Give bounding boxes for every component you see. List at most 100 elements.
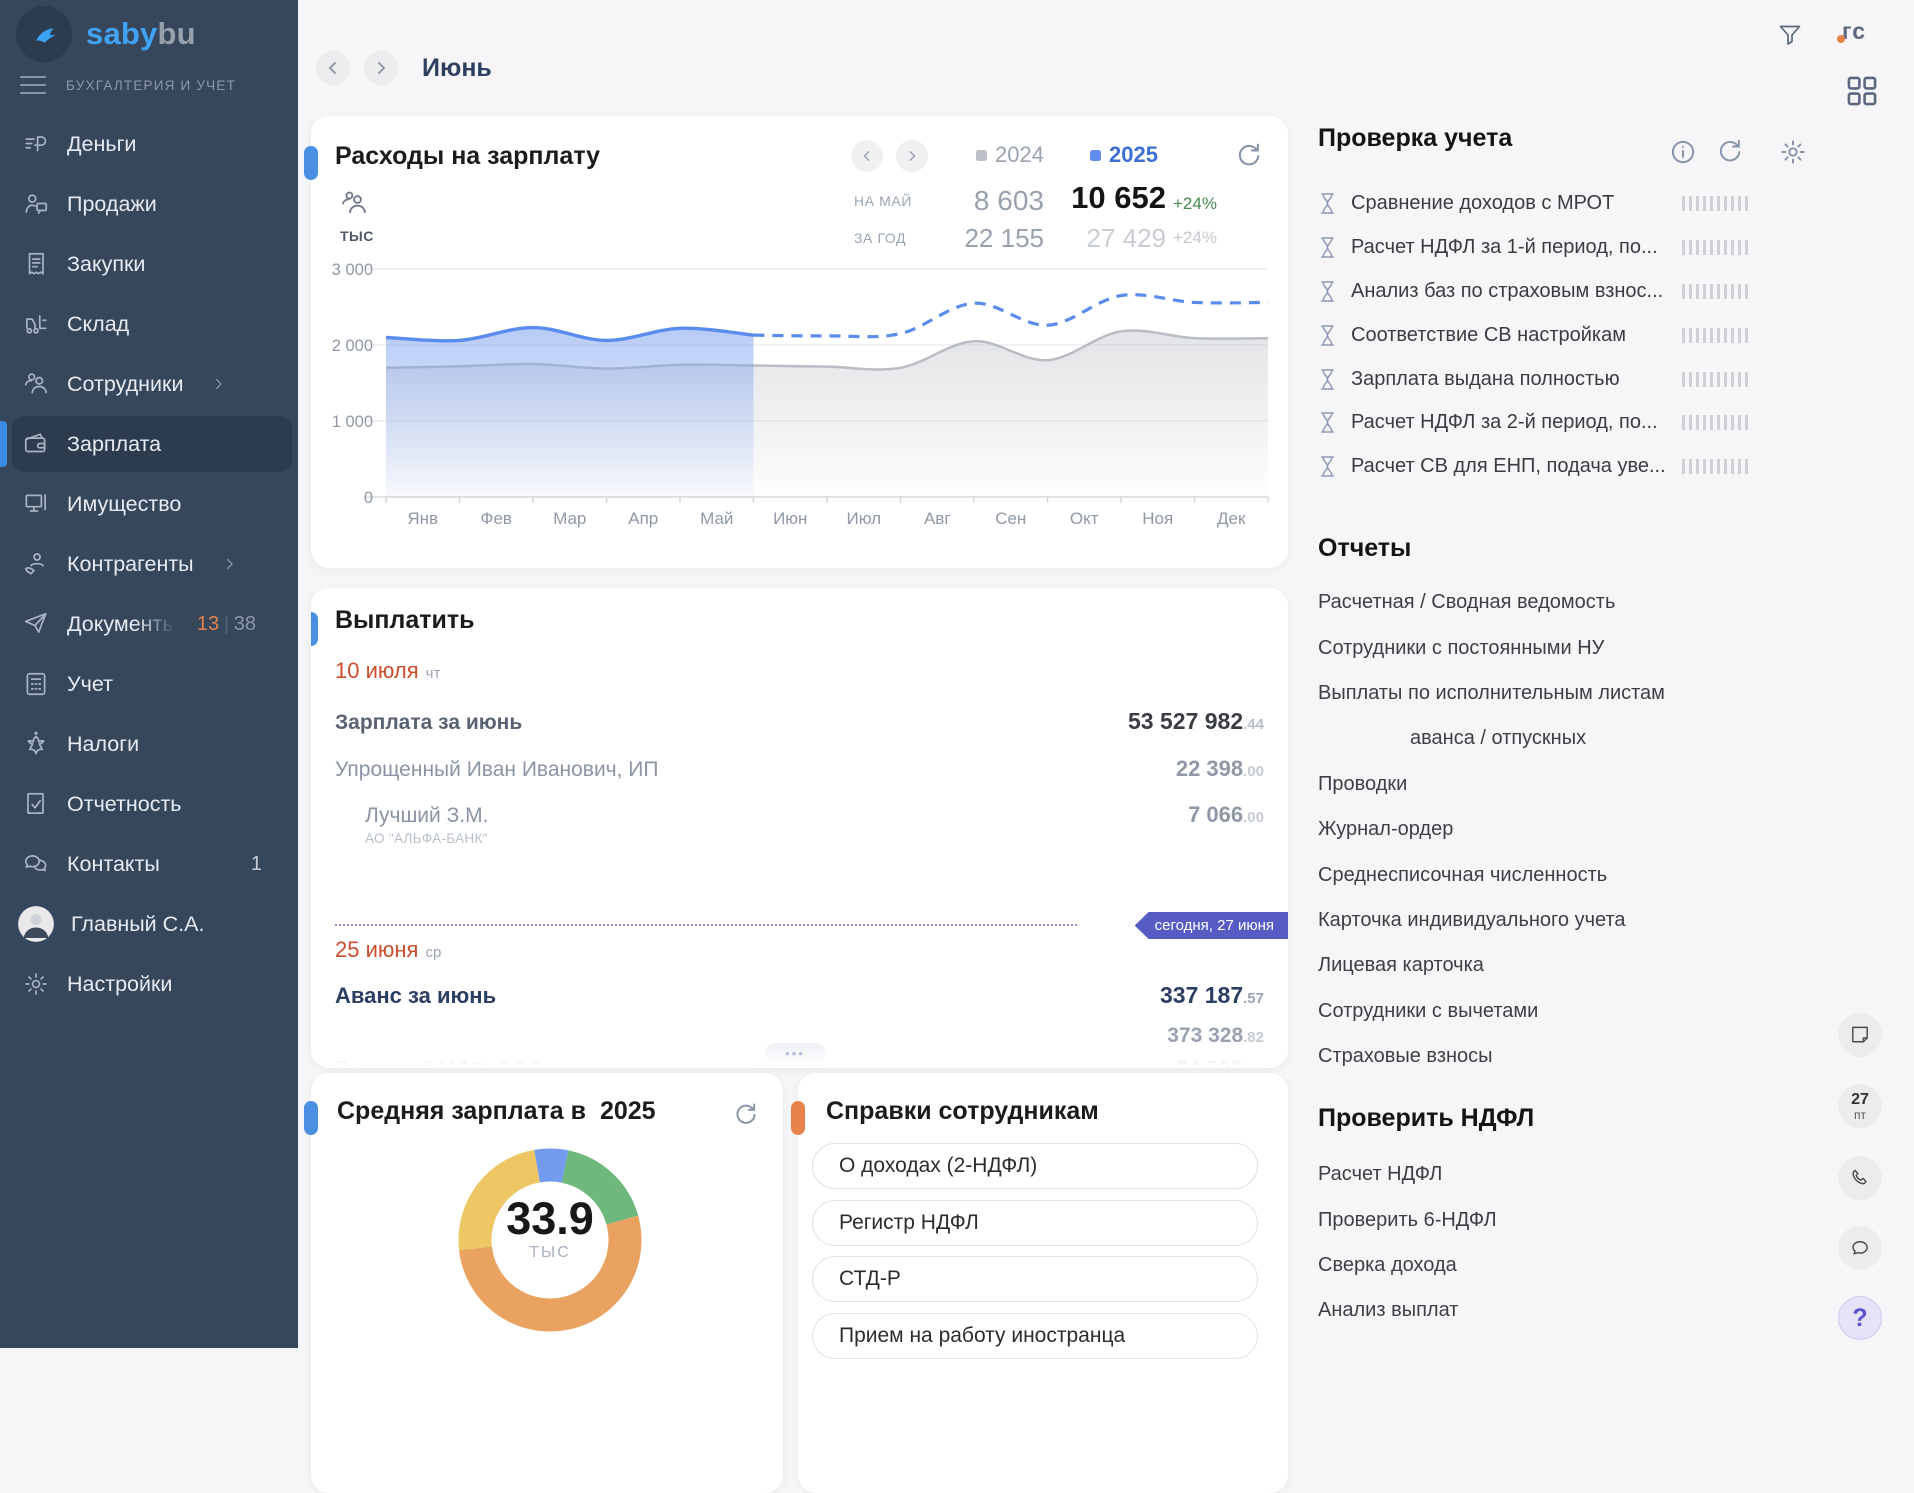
- calendar-button[interactable]: 27 пт: [1838, 1084, 1882, 1128]
- sidebar-item-salary[interactable]: Зарплата: [0, 414, 298, 474]
- refresh-icon[interactable]: [1233, 141, 1263, 171]
- next-month-button[interactable]: [364, 51, 398, 85]
- legend-2024-swatch: [976, 150, 987, 161]
- svg-text:3 000: 3 000: [332, 261, 373, 279]
- sidebar-item-money[interactable]: Деньги: [0, 114, 298, 174]
- hourglass-icon: [1318, 367, 1337, 392]
- prev-month-button[interactable]: [316, 51, 350, 85]
- check-item[interactable]: Сравнение доходов с МРОТ: [1318, 182, 1758, 226]
- sidebar-item-label: Контакты: [67, 852, 160, 877]
- certificate-pill[interactable]: СТД-Р: [812, 1256, 1258, 1302]
- pay-card: Выплатить 10 июлячт Зарплата за июнь 53 …: [311, 588, 1288, 1068]
- ndfl-link[interactable]: Проверить 6-НДФЛ: [1318, 1197, 1758, 1242]
- svg-text:Мар: Мар: [553, 509, 586, 528]
- sidebar-menu: ДеньгиПродажиЗакупки Склад Сотрудники Зарпл…: [0, 114, 298, 1014]
- sidebar-item-contacts[interactable]: Контакты1: [0, 834, 298, 894]
- today-badge: сегодня, 27 июня: [1135, 912, 1288, 939]
- certificate-pill[interactable]: Прием на работу иностранца: [812, 1313, 1258, 1359]
- pay-row-ip[interactable]: Упрощенный Иван Иванович, ИП 22 398.00: [335, 756, 1264, 782]
- documents-icon: [22, 610, 50, 638]
- chart-prev-button[interactable]: [851, 140, 883, 172]
- check-item[interactable]: Расчет НДФЛ за 2-й период, по...: [1318, 401, 1758, 445]
- hourglass-icon: [1318, 191, 1337, 216]
- ndfl-link[interactable]: Расчет НДФЛ: [1318, 1152, 1758, 1197]
- sidebar-item-property[interactable]: Имущество: [0, 474, 298, 534]
- filter-icon[interactable]: [1777, 22, 1803, 48]
- report-link[interactable]: Сотрудники с постоянными НУ: [1318, 625, 1758, 670]
- sidebar-item-label: Имущество: [67, 492, 181, 517]
- stat-2025-year: 27 429: [1086, 223, 1166, 254]
- report-link[interactable]: Выплаты по исполнительным листам: [1318, 671, 1758, 716]
- amount: 7 066.00: [1188, 802, 1264, 828]
- hourglass-icon: [1318, 235, 1337, 260]
- sidebar-item-warehouse[interactable]: Склад: [0, 294, 298, 354]
- salary-icon: [22, 430, 50, 458]
- stat-2025-month: 10 652: [1071, 180, 1166, 216]
- legend-2024[interactable]: 2024: [976, 142, 1044, 168]
- sidebar-item-label: Отчетность: [67, 792, 182, 817]
- chevron-right-icon: [210, 375, 228, 393]
- sidebar-item-sales[interactable]: Продажи: [0, 174, 298, 234]
- app-logo[interactable]: sabybu: [16, 6, 196, 62]
- sidebar-item-taxes[interactable]: Налоги: [0, 714, 298, 774]
- sidebar-item-accounting[interactable]: Учет: [0, 654, 298, 714]
- report-link[interactable]: Лицевая карточка: [1318, 943, 1758, 988]
- sales-icon: [22, 190, 50, 218]
- refresh-icon[interactable]: [731, 1101, 759, 1129]
- ndfl-link[interactable]: Сверка дохода: [1318, 1243, 1758, 1288]
- svg-text:1 000: 1 000: [332, 413, 373, 431]
- check-item-label: Расчет НДФЛ за 2-й период, по...: [1351, 411, 1658, 434]
- certificate-pill[interactable]: Регистр НДФЛ: [812, 1200, 1258, 1246]
- documents-count-badge: 13|38: [197, 613, 256, 636]
- pay-row-advance[interactable]: Аванс за июнь 337 187.57: [335, 982, 1264, 1009]
- hamburger-icon: [20, 76, 46, 94]
- certificate-pill[interactable]: О доходах (2-НДФЛ): [812, 1143, 1258, 1189]
- legend-2025[interactable]: 2025: [1090, 142, 1158, 168]
- check-item[interactable]: Расчет НДФЛ за 1-й период, по...: [1318, 226, 1758, 270]
- sidebar-item-label: Сотрудники: [67, 372, 183, 397]
- gear-icon[interactable]: [1778, 137, 1808, 167]
- note-icon: [1849, 1024, 1871, 1046]
- card-accent: [791, 1101, 805, 1135]
- gosuslugi-icon[interactable]: гс: [1842, 18, 1866, 45]
- chat-button[interactable]: [1838, 1226, 1882, 1270]
- progress-placeholder: [1682, 196, 1748, 211]
- sidebar-item-settings[interactable]: Настройки: [0, 954, 298, 1014]
- report-link[interactable]: аванса / отпускных: [1318, 716, 1758, 761]
- sidebar-item-employees[interactable]: Сотрудники: [0, 354, 298, 414]
- info-icon[interactable]: [1668, 137, 1698, 167]
- pay-row-salary-june[interactable]: Зарплата за июнь 53 527 982.44: [335, 708, 1264, 735]
- report-link[interactable]: Страховые взносы: [1318, 1034, 1758, 1079]
- phone-icon: [1849, 1167, 1871, 1189]
- sidebar-item-documents[interactable]: Документы13|38: [0, 594, 298, 654]
- report-link[interactable]: Проводки: [1318, 762, 1758, 807]
- phone-button[interactable]: [1838, 1156, 1882, 1200]
- pay-row-faded[interactable]: Выгодный НДС, ООО 24 800.00: [335, 1056, 1264, 1068]
- report-link[interactable]: Карточка индивидуального учета: [1318, 898, 1758, 943]
- sidebar-item-label: Склад: [67, 312, 129, 337]
- check-item[interactable]: Расчет СВ для ЕНП, подача уве...: [1318, 445, 1758, 489]
- notes-button[interactable]: [1838, 1013, 1882, 1057]
- sidebar-item-purchases[interactable]: Закупки: [0, 234, 298, 294]
- report-link[interactable]: Сотрудники с вычетами: [1318, 989, 1758, 1034]
- help-button[interactable]: ?: [1838, 1296, 1882, 1340]
- refresh-icon[interactable]: [1714, 137, 1744, 167]
- avatar-icon: [18, 906, 54, 942]
- sidebar-item-avatar[interactable]: Главный С.А.: [0, 894, 298, 954]
- menu-toggle[interactable]: БУХГАЛТЕРИЯ И УЧЕТ: [20, 76, 236, 94]
- progress-placeholder: [1682, 240, 1748, 255]
- apps-grid-icon[interactable]: [1845, 74, 1879, 108]
- sidebar-item-contractors[interactable]: Контрагенты: [0, 534, 298, 594]
- check-item[interactable]: Анализ баз по страховым взнос...: [1318, 270, 1758, 314]
- report-link[interactable]: Журнал-ордер: [1318, 807, 1758, 852]
- ndfl-link[interactable]: Анализ выплат: [1318, 1288, 1758, 1333]
- check-item[interactable]: Зарплата выдана полностью: [1318, 357, 1758, 401]
- report-link[interactable]: Среднесписочная численность: [1318, 852, 1758, 897]
- pay-row-person[interactable]: Лучший З.М. 7 066.00: [365, 802, 1264, 828]
- svg-text:0: 0: [364, 489, 373, 507]
- chart-next-button[interactable]: [896, 140, 928, 172]
- sidebar-item-reporting[interactable]: Отчетность: [0, 774, 298, 834]
- svg-text:Окт: Окт: [1070, 509, 1099, 528]
- report-link[interactable]: Расчетная / Сводная ведомость: [1318, 580, 1758, 625]
- check-item[interactable]: Соответствие СВ настройкам: [1318, 313, 1758, 357]
